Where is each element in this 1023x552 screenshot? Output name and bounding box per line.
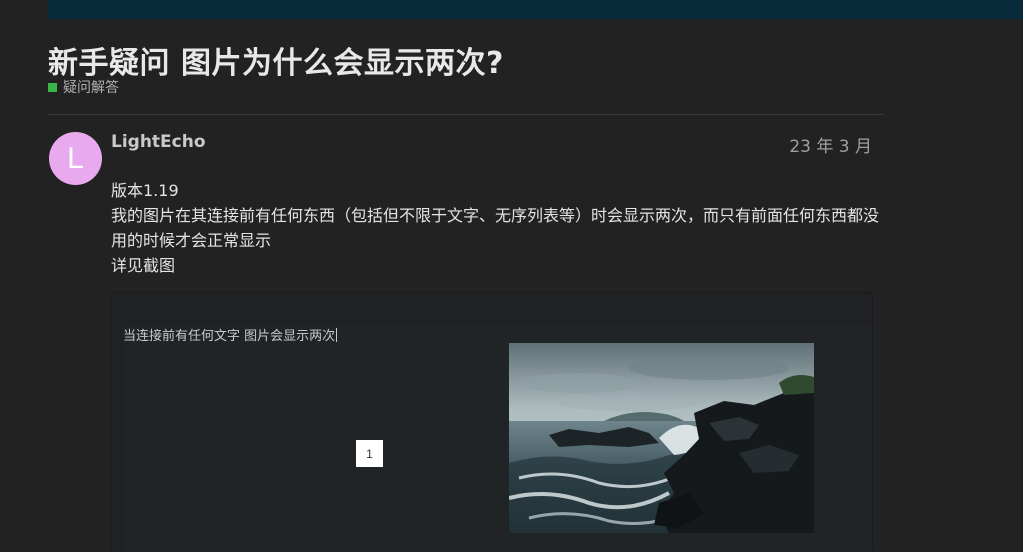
seascape-photo (509, 343, 814, 533)
text-cursor (336, 328, 338, 342)
screenshot-caption-text: 当连接前有任何文字 图片会显示两次 (123, 329, 336, 344)
post-author-name[interactable]: LightEcho (111, 132, 206, 152)
post-date[interactable]: 23 年 3 月 (760, 132, 872, 157)
category-label: 疑问解答 (63, 80, 119, 96)
category-badge[interactable]: 疑问解答 (48, 77, 119, 97)
post-paragraph-version: 版本1.19 (111, 181, 179, 200)
avatar[interactable]: L (49, 132, 102, 185)
post-body: 版本1.19 我的图片在其连接前有任何东西（包括但不限于文字、无序列表等）时会显… (111, 178, 881, 278)
post-paragraph-description: 我的图片在其连接前有任何东西（包括但不限于文字、无序列表等）时会显示两次，而只有… (111, 206, 880, 250)
post-screenshot[interactable]: 当连接前有任何文字 图片会显示两次 1 (111, 293, 872, 552)
screenshot-number-badge: 1 (356, 440, 383, 467)
topic-title[interactable]: 新手疑问 图片为什么会显示两次? (48, 38, 504, 82)
header-bar (48, 0, 1023, 19)
category-color-swatch (48, 82, 57, 92)
title-divider (48, 114, 884, 115)
post-paragraph-see-screenshot: 详见截图 (111, 256, 176, 275)
screenshot-caption: 当连接前有任何文字 图片会显示两次 (123, 325, 338, 344)
avatar-initial: L (67, 141, 84, 175)
